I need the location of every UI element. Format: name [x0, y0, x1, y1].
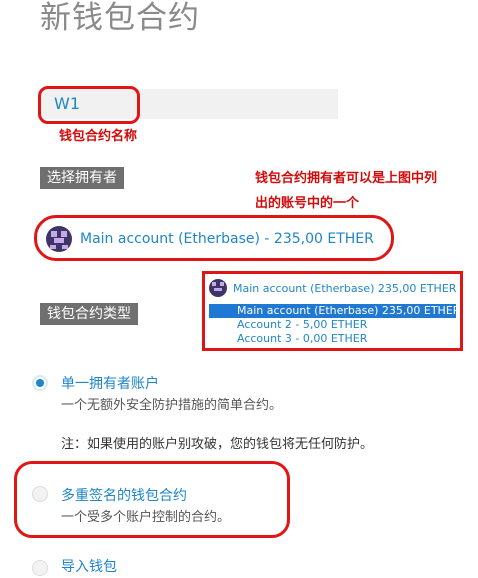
account-avatar-icon: [209, 279, 227, 297]
account-dropdown[interactable]: Main account (Etherbase) 235,00 ETHER Ma…: [202, 271, 463, 351]
dropdown-header: Main account (Etherbase) 235,00 ETHER: [209, 279, 456, 297]
import-wallet-radio[interactable]: [32, 560, 48, 576]
owner-annotation-line1: 钱包合约拥有者可以是上图中列: [255, 171, 438, 186]
single-owner-title[interactable]: 单一拥有者账户: [61, 373, 159, 393]
dropdown-header-label: Main account (Etherbase) 235,00 ETHER: [233, 281, 457, 295]
owner-highlight-box: [34, 215, 394, 261]
name-highlight-box: [38, 86, 140, 124]
import-wallet-title[interactable]: 导入钱包: [61, 556, 117, 576]
type-section-label: 钱包合约类型: [40, 303, 138, 325]
single-owner-desc: 一个无额外安全防护措施的简单合约。: [61, 398, 283, 413]
owner-section-label: 选择拥有者: [40, 167, 124, 189]
name-annotation: 钱包合约名称: [59, 129, 138, 144]
security-warning-note: 注：如果使用的账户别攻破，您的钱包将无任何防护。: [61, 437, 374, 452]
dropdown-item-main-account[interactable]: Main account (Etherbase) 235,00 ETHER: [209, 304, 460, 318]
multisig-highlight-box: [14, 461, 290, 538]
single-owner-radio[interactable]: [32, 375, 48, 391]
dropdown-item-account-2[interactable]: Account 2 - 5,00 ETHER: [209, 318, 456, 332]
owner-annotation-line2: 出的账号中的一个: [255, 196, 360, 211]
dropdown-item-account-3[interactable]: Account 3 - 0,00 ETHER: [209, 332, 456, 346]
page-title: 新钱包合约: [40, 0, 200, 36]
